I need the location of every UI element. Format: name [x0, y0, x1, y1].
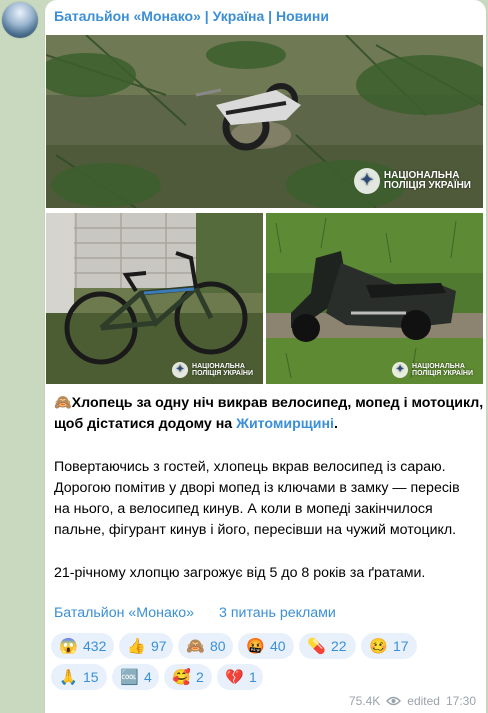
police-emblem-icon: ✦ [353, 168, 380, 194]
reaction-see-no-evil-monkey[interactable]: 🙈 80 [178, 633, 233, 659]
body-line: Дорогою помітив у дворі мопед із ключами… [54, 480, 460, 496]
reaction-screaming-face[interactable]: 😱 432 [51, 633, 114, 659]
reaction-thumbs-up[interactable]: 👍 97 [119, 633, 173, 659]
channel-footer-link[interactable]: Батальйон «Монако» [54, 605, 194, 621]
headline-line2: щоб дістатися додому на [54, 416, 237, 432]
ads-info-link[interactable]: 3 питань реклами [219, 605, 336, 621]
watermark-line1: НАЦІОНАЛЬНА [192, 362, 245, 370]
watermark-line1: НАЦІОНАЛЬНА [412, 362, 465, 370]
bicycle-image [46, 213, 263, 384]
see-no-evil-monkey-icon: 🙈 [54, 395, 72, 411]
edited-label: edited [407, 694, 440, 708]
police-watermark: ✦ НАЦІОНАЛЬНА ПОЛІЦІЯ УКРАЇНИ [353, 168, 471, 194]
body-line: Повертаючись з гостей, хлопець вкрав вел… [54, 459, 446, 475]
watermark-line2: ПОЛІЦІЯ УКРАЇНИ [383, 180, 471, 191]
message-time: 17:30 [445, 694, 476, 708]
screaming-face-icon: 😱 [59, 637, 78, 655]
photo-moped[interactable]: ✦ НАЦІОНАЛЬНА ПОЛІЦІЯ УКРАЇНИ [266, 213, 483, 384]
moped-image [266, 213, 483, 384]
broken-heart-icon: 💔 [225, 668, 244, 686]
reaction-count: 97 [151, 638, 167, 654]
photo-bicycle[interactable]: ✦ НАЦІОНАЛЬНА ПОЛІЦІЯ УКРАЇНИ [46, 213, 263, 384]
post-headline: 🙈Хлопець за одну ніч викрав велосипед, м… [54, 393, 483, 435]
smiling-face-with-hearts-icon: 🥰 [172, 668, 191, 686]
reaction-count: 15 [83, 669, 99, 685]
reaction-count: 1 [249, 669, 257, 685]
reaction-count: 17 [393, 638, 409, 654]
cool-button-icon: 🆒 [120, 668, 139, 686]
reaction-woozy-face[interactable]: 🥴 17 [361, 633, 417, 659]
woozy-face-icon: 🥴 [369, 637, 388, 655]
police-watermark-small: ✦ НАЦІОНАЛЬНА ПОЛІЦІЯ УКРАЇНИ [172, 362, 253, 378]
watermark-line1: НАЦІОНАЛЬНА [383, 169, 460, 181]
message-meta: 75.4K edited 17:30 [349, 694, 476, 708]
reaction-folded-hands[interactable]: 🙏 15 [51, 664, 107, 690]
watermark-line2: ПОЛІЦІЯ УКРАЇНИ [192, 370, 253, 377]
channel-name[interactable]: Батальйон «Монако» | Україна | Новини [54, 8, 329, 24]
folded-hands-icon: 🙏 [59, 668, 78, 686]
reaction-count: 4 [144, 669, 152, 685]
cursing-face-icon: 🤬 [246, 637, 265, 655]
post-body: Повертаючись з гостей, хлопець вкрав вел… [54, 457, 460, 541]
view-count: 75.4K [348, 694, 381, 708]
headline-suffix: . [334, 416, 338, 432]
reaction-count: 22 [331, 638, 347, 654]
reaction-count: 2 [196, 669, 204, 685]
reaction-count: 40 [270, 638, 286, 654]
reaction-cursing-face[interactable]: 🤬 40 [238, 633, 294, 659]
reaction-count: 80 [210, 638, 226, 654]
thumbs-up-icon: 👍 [127, 637, 146, 655]
region-link[interactable]: Житомирщині [236, 416, 334, 432]
see-no-evil-monkey-icon: 🙈 [186, 637, 205, 655]
pill-icon: 💊 [307, 637, 326, 655]
channel-avatar[interactable] [2, 2, 38, 38]
reaction-cool-button[interactable]: 🆒 4 [112, 664, 159, 690]
reaction-broken-heart[interactable]: 💔 1 [217, 664, 263, 690]
body-line: пальне, фігурант кинув і його, пересівши… [54, 522, 457, 538]
post-sentence: 21-річному хлопцю загрожує від 5 до 8 ро… [54, 565, 426, 581]
watermark-line2: ПОЛІЦІЯ УКРАЇНИ [412, 370, 473, 377]
headline-line1: Хлопець за одну ніч викрав велосипед, мо… [71, 395, 484, 411]
reaction-smiling-face-with-hearts[interactable]: 🥰 2 [164, 664, 212, 690]
police-emblem-icon: ✦ [172, 362, 189, 378]
message-bubble: Батальйон «Монако» | Україна | Новини ✦ … [45, 0, 486, 713]
reaction-pill[interactable]: 💊 22 [299, 633, 356, 659]
police-watermark-small: ✦ НАЦІОНАЛЬНА ПОЛІЦІЯ УКРАЇНИ [392, 362, 473, 378]
police-emblem-icon: ✦ [392, 362, 409, 378]
body-line: на нього, а велосипед кинув. А коли в мо… [54, 501, 433, 517]
photo-motorcycle[interactable]: ✦ НАЦІОНАЛЬНА ПОЛІЦІЯ УКРАЇНИ [46, 35, 483, 208]
eye-icon [386, 696, 402, 706]
reaction-count: 432 [83, 638, 107, 654]
